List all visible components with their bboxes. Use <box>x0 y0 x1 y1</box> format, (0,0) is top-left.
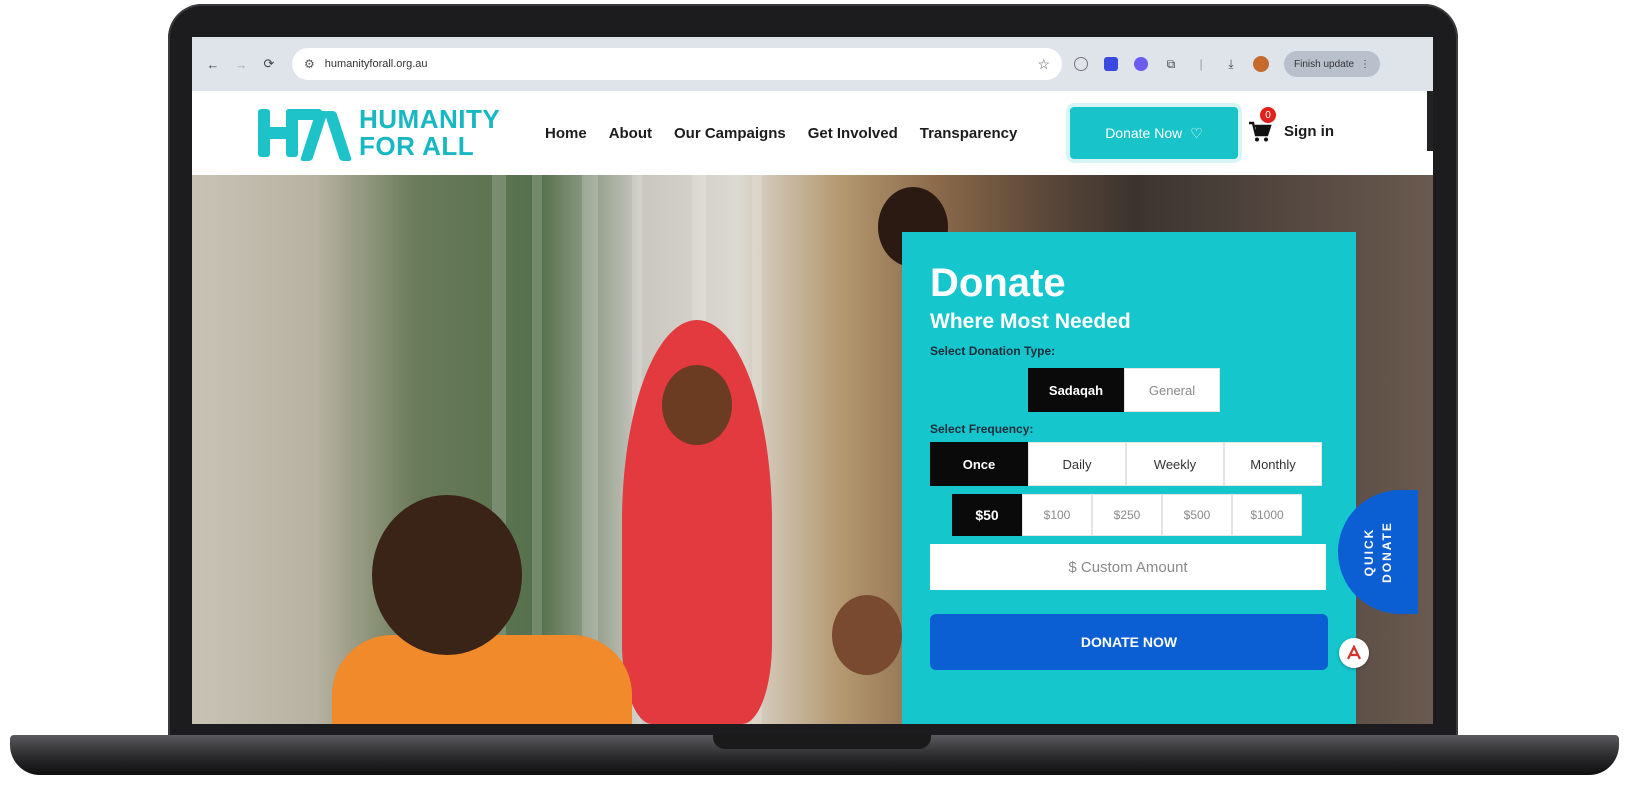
address-bar[interactable]: ⚙ humanityforall.org.au ☆ <box>292 48 1062 80</box>
cart-icon <box>1249 121 1272 142</box>
main-nav: Home About Our Campaigns Get Involved Tr… <box>545 91 1017 175</box>
nav-item-campaigns[interactable]: Our Campaigns <box>674 125 786 142</box>
extension-icon[interactable] <box>1130 53 1152 75</box>
profile-avatar-icon[interactable] <box>1250 53 1272 75</box>
cart-button[interactable]: 0 <box>1248 107 1276 147</box>
donation-type-selector: Sadaqah General <box>1028 368 1328 412</box>
nav-item-home[interactable]: Home <box>545 125 587 142</box>
extensions-puzzle-icon[interactable]: ⧉ <box>1160 53 1182 75</box>
download-icon[interactable]: ⤓ <box>1220 53 1242 75</box>
reload-icon[interactable]: ⟳ <box>258 53 280 75</box>
logo-line-1: HUMANITY <box>359 104 501 134</box>
pdf-glyph-icon <box>1347 644 1361 660</box>
frequency-option-monthly[interactable]: Monthly <box>1224 442 1322 486</box>
logo-text: HUMANITY FOR ALL <box>359 106 500 160</box>
amount-option-50[interactable]: $50 <box>952 494 1022 536</box>
nav-item-transparency[interactable]: Transparency <box>920 125 1018 142</box>
header-donate-label: Donate Now <box>1105 125 1183 141</box>
quick-donate-label: QUICK DONATE <box>1360 521 1396 583</box>
logo-line-2: FOR ALL <box>359 131 475 161</box>
back-arrow-icon[interactable]: ← <box>202 53 224 75</box>
quick-donate-line-1: QUICK <box>1362 527 1376 577</box>
quick-donate-line-2: DONATE <box>1380 521 1394 583</box>
header-donate-button[interactable]: Donate Now ♡ <box>1070 107 1238 159</box>
custom-amount-input[interactable] <box>930 544 1326 590</box>
cart-count-badge: 0 <box>1260 107 1276 123</box>
frequency-selector: Once Daily Weekly Monthly <box>930 442 1328 486</box>
nav-item-get-involved[interactable]: Get Involved <box>808 125 898 142</box>
donate-panel-subtitle: Where Most Needed <box>930 310 1131 333</box>
extension-icon[interactable] <box>1070 53 1092 75</box>
donate-panel-title: Donate <box>930 261 1066 305</box>
url-text: humanityforall.org.au <box>324 58 428 70</box>
finish-update-button[interactable]: Finish update ⋮ <box>1284 51 1381 77</box>
heart-icon: ♡ <box>1190 124 1203 141</box>
donate-panel: Donate Where Most Needed Select Donation… <box>902 232 1356 724</box>
frequency-label: Select Frequency: <box>930 422 1034 436</box>
amount-option-100[interactable]: $100 <box>1022 494 1092 536</box>
extension-icon[interactable] <box>1100 53 1122 75</box>
frequency-option-weekly[interactable]: Weekly <box>1126 442 1224 486</box>
site-header: HUMANITY FOR ALL Home About Our Campaign… <box>192 91 1433 175</box>
donate-now-submit-button[interactable]: DONATE NOW <box>930 614 1328 670</box>
type-option-general[interactable]: General <box>1124 368 1220 412</box>
divider: | <box>1199 57 1203 71</box>
site-logo[interactable]: HUMANITY FOR ALL <box>258 103 500 163</box>
scrollbar-thumb[interactable] <box>1427 91 1433 151</box>
laptop-notch <box>713 735 931 749</box>
logo-mark-icon <box>258 103 353 163</box>
amount-option-250[interactable]: $250 <box>1092 494 1162 536</box>
sign-in-link[interactable]: Sign in <box>1284 123 1334 140</box>
browser-toolbar: ← → ⟳ ⚙ humanityforall.org.au ☆ ⧉ | ⤓ Fi… <box>192 37 1433 91</box>
forward-arrow-icon[interactable]: → <box>230 53 252 75</box>
amount-selector: $50 $100 $250 $500 $1000 <box>952 494 1328 536</box>
site-settings-icon[interactable]: ⚙ <box>304 57 315 71</box>
bookmark-star-icon[interactable]: ☆ <box>1037 56 1050 73</box>
donation-type-label: Select Donation Type: <box>930 344 1056 358</box>
frequency-option-daily[interactable]: Daily <box>1028 442 1126 486</box>
amount-option-1000[interactable]: $1000 <box>1232 494 1302 536</box>
finish-update-label: Finish update <box>1294 58 1355 70</box>
menu-kebab-icon: ⋮ <box>1360 58 1371 70</box>
pdf-icon[interactable] <box>1339 638 1369 668</box>
amount-option-500[interactable]: $500 <box>1162 494 1232 536</box>
frequency-option-once[interactable]: Once <box>930 442 1028 486</box>
type-option-sadaqah[interactable]: Sadaqah <box>1028 368 1124 412</box>
nav-item-about[interactable]: About <box>609 125 652 142</box>
laptop-screen: ← → ⟳ ⚙ humanityforall.org.au ☆ ⧉ | ⤓ Fi… <box>192 37 1433 724</box>
